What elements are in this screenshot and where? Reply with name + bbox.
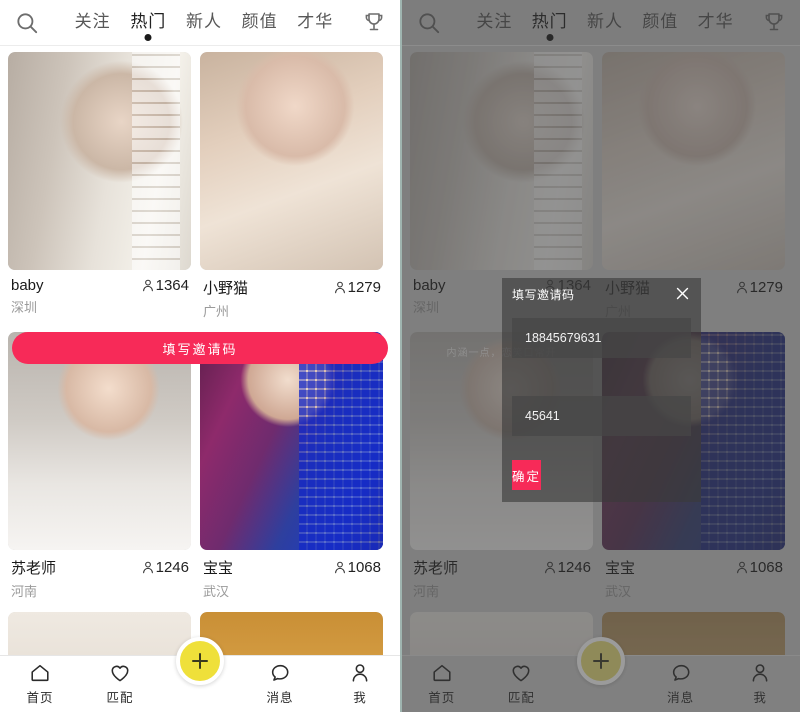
fan-count: 1068 — [333, 559, 381, 576]
app-screen-left: 关注 热门 新人 颜值 才华 baby 1364 深圳 小野猫 1279 广州 … — [0, 0, 400, 712]
top-navigation-bar: 关注 热门 新人 颜值 才华 — [0, 0, 400, 46]
fan-count-value: 1246 — [155, 559, 189, 576]
fan-count-value: 1279 — [347, 279, 381, 296]
profile-card[interactable]: 小野猫 1279 广州 — [200, 52, 383, 324]
fan-count-value: 1364 — [155, 277, 189, 294]
profile-city: 深圳 — [11, 300, 38, 315]
tabbar-item-messages[interactable]: 消息 — [240, 662, 320, 706]
invite-code-dialog: 填写邀请码 18845679631 45641 确定 — [502, 278, 701, 502]
person-icon — [142, 279, 153, 292]
search-icon[interactable] — [14, 10, 40, 36]
fan-count: 1279 — [333, 279, 381, 296]
confirm-button[interactable]: 确定 — [512, 460, 542, 490]
tabbar-label-me: 我 — [353, 691, 367, 705]
fan-count: 1246 — [141, 559, 189, 576]
person-icon — [142, 561, 153, 574]
heart-icon — [111, 665, 129, 682]
trophy-icon[interactable] — [362, 11, 386, 35]
app-screen-right: 关注 热门 新人 颜值 才华 baby 深圳 1279 苏老师 1246 河南 … — [400, 0, 800, 712]
dialog-title: 填写邀请码 — [512, 288, 575, 302]
profile-meta: 宝宝 1068 武汉 — [200, 550, 383, 604]
tab-remen[interactable]: 热门 — [129, 5, 167, 40]
fan-count-value: 1068 — [347, 559, 381, 576]
invite-code-cta-button[interactable]: 填写邀请码 — [12, 332, 388, 364]
profile-card[interactable]: 宝宝 1068 武汉 — [200, 332, 383, 604]
tabbar-item-match[interactable]: 匹配 — [80, 662, 160, 706]
profile-meta: 苏老师 1246 河南 — [8, 550, 191, 604]
chat-bubble-icon — [271, 664, 289, 681]
tab-guanzhu[interactable]: 关注 — [74, 5, 112, 40]
profile-name: 宝宝 — [203, 560, 234, 577]
tabbar-label-messages: 消息 — [266, 691, 294, 705]
profile-city: 广州 — [203, 304, 230, 319]
tabbar-item-home[interactable]: 首页 — [0, 662, 80, 706]
profile-meta: 小野猫 1279 广州 — [200, 270, 383, 324]
profile-name: baby — [11, 277, 44, 294]
profile-feed-grid: baby 1364 深圳 小野猫 — [0, 46, 400, 712]
profile-card[interactable]: baby 1364 深圳 — [8, 52, 191, 324]
profile-photo[interactable] — [8, 52, 191, 270]
person-icon — [352, 664, 368, 682]
profile-name: 小野猫 — [203, 280, 249, 297]
profile-city: 武汉 — [203, 584, 230, 599]
tabbar-item-me[interactable]: 我 — [320, 662, 400, 706]
profile-meta: baby 1364 深圳 — [8, 270, 191, 320]
close-icon[interactable] — [674, 286, 691, 302]
person-icon — [334, 281, 345, 294]
tab-xinren[interactable]: 新人 — [185, 5, 223, 40]
fan-count: 1364 — [141, 277, 189, 294]
person-icon — [334, 561, 345, 574]
profile-name: 苏老师 — [11, 560, 57, 577]
tabbar-label-match: 匹配 — [106, 691, 134, 705]
invite-code-input[interactable]: 45641 — [512, 396, 691, 436]
profile-photo[interactable]: 内涵一点，恋笑口常开 — [8, 332, 191, 550]
dialog-header: 填写邀请码 — [512, 286, 691, 308]
tab-caihua[interactable]: 才华 — [296, 5, 334, 40]
phone-input[interactable]: 18845679631 — [512, 318, 691, 358]
add-post-fab-button[interactable] — [176, 637, 224, 685]
tabbar-label-home: 首页 — [26, 691, 54, 705]
profile-photo[interactable] — [200, 52, 383, 270]
profile-photo[interactable] — [200, 332, 383, 550]
profile-city: 河南 — [11, 584, 38, 599]
profile-card[interactable]: 内涵一点，恋笑口常开 苏老师 1246 河南 — [8, 332, 191, 604]
home-icon — [31, 664, 49, 682]
plus-icon — [192, 653, 208, 669]
screenshot-stage: 关注 热门 新人 颜值 才华 baby 1364 深圳 小野猫 1279 广州 … — [0, 0, 800, 712]
tab-yanzhi[interactable]: 颜值 — [241, 5, 279, 40]
category-tabs: 关注 热门 新人 颜值 才华 — [40, 5, 362, 40]
